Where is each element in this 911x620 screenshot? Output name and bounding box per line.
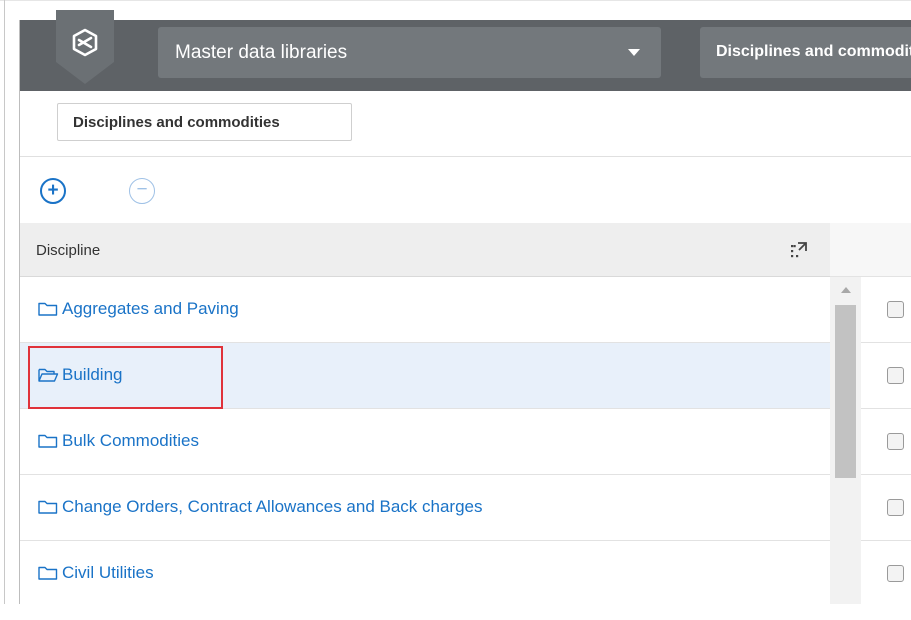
scrollbar-thumb[interactable] — [835, 305, 856, 478]
top-navigation-bar: Master data libraries Disciplines and co… — [20, 10, 911, 91]
row-link[interactable]: Bulk Commodities — [37, 431, 199, 451]
table-row[interactable]: Aggregates and Paving — [20, 277, 830, 343]
checkbox-cell — [861, 277, 911, 343]
plus-icon: + — [47, 180, 59, 201]
app-logo-icon[interactable] — [56, 10, 114, 84]
divider — [20, 156, 911, 157]
library-select-label: Master data libraries — [175, 42, 348, 63]
remove-button[interactable]: − — [129, 178, 155, 204]
row-label: Civil Utilities — [62, 563, 154, 582]
row-link[interactable]: Civil Utilities — [37, 563, 154, 583]
add-button[interactable]: + — [40, 178, 66, 204]
checkbox-cell — [861, 409, 911, 475]
folder-closed-icon — [37, 433, 59, 449]
subtab-label: Disciplines and commodities — [73, 114, 280, 131]
highlight-annotation — [28, 346, 223, 409]
row-label: Bulk Commodities — [62, 431, 199, 450]
row-checkbox[interactable] — [887, 499, 904, 516]
table-row[interactable]: Change Orders, Contract Allowances and B… — [20, 475, 830, 541]
page-bottom-margin — [0, 604, 911, 620]
frame-edge-left — [4, 0, 5, 620]
nav-tab-disciplines[interactable]: Disciplines and commodities — [700, 27, 911, 78]
row-checkbox[interactable] — [887, 367, 904, 384]
row-checkbox[interactable] — [887, 565, 904, 582]
table-row[interactable]: Civil Utilities — [20, 541, 830, 604]
app-frame: Master data libraries Disciplines and co… — [0, 0, 911, 620]
frame-edge-top — [0, 0, 911, 1]
checkbox-cell — [861, 541, 911, 607]
nav-tab-label: Disciplines and commodities — [716, 43, 911, 60]
minus-icon: − — [136, 179, 148, 200]
library-select-dropdown[interactable]: Master data libraries — [158, 27, 661, 78]
expand-icon[interactable] — [787, 238, 811, 262]
table-row[interactable]: Bulk Commodities — [20, 409, 830, 475]
folder-closed-icon — [37, 565, 59, 581]
folder-closed-icon — [37, 499, 59, 515]
tab-disciplines-and-commodities[interactable]: Disciplines and commodities — [57, 103, 352, 141]
row-link[interactable]: Change Orders, Contract Allowances and B… — [37, 497, 483, 517]
column-header-discipline[interactable]: Discipline — [36, 242, 100, 259]
row-label: Aggregates and Paving — [62, 299, 239, 318]
folder-closed-icon — [37, 301, 59, 317]
row-link[interactable]: Aggregates and Paving — [37, 299, 239, 319]
table-header: Discipline — [20, 223, 830, 277]
caret-down-icon — [628, 49, 640, 56]
table-header-secondary — [830, 223, 911, 277]
row-checkbox[interactable] — [887, 433, 904, 450]
row-checkbox[interactable] — [887, 301, 904, 318]
checkbox-cell — [861, 475, 911, 541]
checkbox-cell — [861, 343, 911, 409]
row-label: Change Orders, Contract Allowances and B… — [62, 497, 483, 516]
content-edge-left — [19, 20, 20, 605]
scroll-up-arrow-icon[interactable] — [841, 287, 851, 293]
